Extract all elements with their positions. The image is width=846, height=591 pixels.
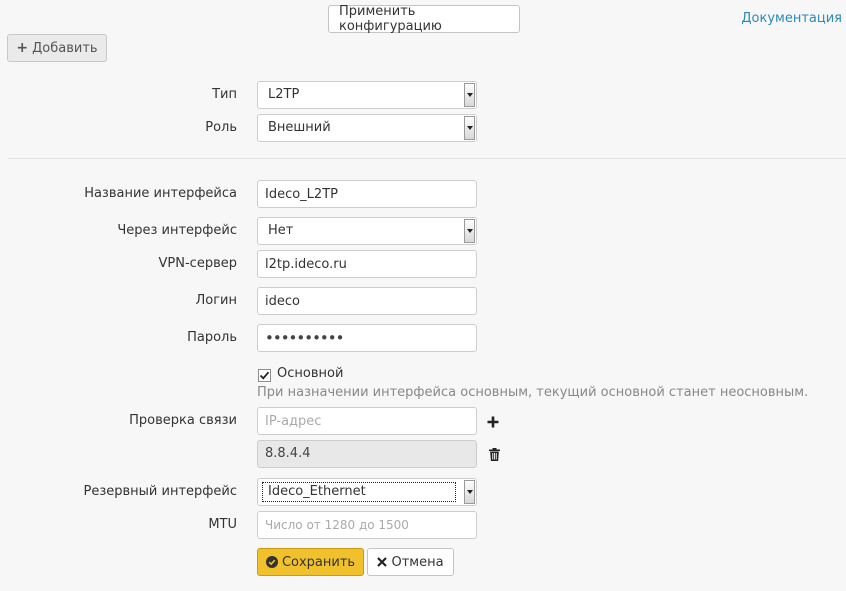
vpn-server-label: VPN-сервер <box>158 256 237 271</box>
primary-label: Основной <box>277 366 344 381</box>
link-check-input[interactable] <box>257 407 477 435</box>
apply-config-button[interactable]: Применить конфигурацию <box>328 4 520 34</box>
login-label: Логин <box>195 293 237 308</box>
checkmark-icon <box>259 371 270 380</box>
chevron-down-icon <box>464 219 475 243</box>
section-divider <box>8 158 846 159</box>
save-label: Сохранить <box>281 554 356 570</box>
backup-iface-select[interactable]: Ideco_Ethernet <box>257 478 477 506</box>
focus-ring <box>262 482 456 502</box>
add-ip-icon[interactable] <box>486 415 500 429</box>
vpn-server-input[interactable] <box>257 250 477 278</box>
chevron-down-icon <box>464 83 475 107</box>
link-check-entry: 8.8.4.4 <box>257 440 477 468</box>
role-label: Роль <box>205 120 237 135</box>
login-input[interactable] <box>257 287 477 315</box>
plus-icon: + <box>16 40 29 56</box>
password-input[interactable]: •••••••••• <box>257 324 477 352</box>
type-select[interactable]: L2TP <box>257 81 477 109</box>
via-iface-select[interactable]: Нет <box>257 217 477 245</box>
documentation-link[interactable]: Документация <box>741 11 842 26</box>
add-label: Добавить <box>32 40 98 56</box>
chevron-down-icon <box>464 116 475 140</box>
role-select[interactable]: Внешний <box>257 114 477 142</box>
cancel-label: Отмена <box>391 554 444 570</box>
close-icon <box>377 557 388 567</box>
password-label: Пароль <box>187 330 237 345</box>
via-iface-label: Через интерфейс <box>117 223 237 238</box>
checkmark-circle-icon <box>265 556 278 568</box>
role-value: Внешний <box>268 120 331 135</box>
mtu-input[interactable] <box>257 511 477 539</box>
top-toolbar: Применить конфигурацию Документация <box>0 0 846 38</box>
link-check-label: Проверка связи <box>129 413 237 428</box>
cancel-button[interactable]: Отмена <box>367 548 454 576</box>
chevron-down-icon <box>464 480 475 504</box>
type-label: Тип <box>212 87 237 102</box>
mtu-label: MTU <box>208 517 237 532</box>
iface-name-input[interactable] <box>257 180 477 208</box>
primary-checkbox[interactable] <box>258 369 271 382</box>
backup-iface-label: Резервный интерфейс <box>83 484 238 499</box>
trash-icon[interactable] <box>487 447 501 462</box>
apply-config-label: Применить конфигурацию <box>339 4 442 34</box>
type-value: L2TP <box>268 87 300 102</box>
save-button[interactable]: Сохранить <box>257 548 364 576</box>
iface-name-label: Название интерфейса <box>84 186 237 201</box>
via-iface-value: Нет <box>268 223 294 238</box>
add-button[interactable]: + Добавить <box>7 34 107 62</box>
primary-hint: При назначении интерфейса основным, теку… <box>257 385 809 400</box>
